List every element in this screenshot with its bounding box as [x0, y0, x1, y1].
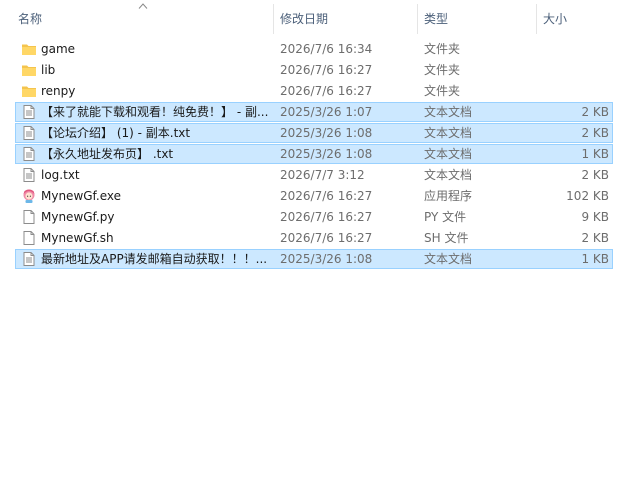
file-modified-date: 2026/7/6 16:27: [280, 189, 373, 203]
file-name: 【论坛介绍】 (1) - 副本.txt: [41, 126, 191, 140]
file-name: MynewGf.py: [41, 210, 115, 224]
file-size: 1 KB: [581, 252, 609, 266]
file-size: [539, 61, 609, 79]
file-size: 9 KB: [581, 210, 609, 224]
file-type: SH 文件: [424, 231, 469, 245]
text-file-icon: [23, 147, 35, 161]
text-file-icon: [23, 252, 35, 266]
file-row[interactable]: 【论坛介绍】 (1) - 副本.txt 2025/3/26 1:08 文本文档 2 K…: [15, 123, 613, 143]
file-modified-date: 2026/7/6 16:27: [280, 210, 373, 224]
folder-icon: [22, 44, 36, 55]
file-size: [539, 40, 609, 58]
column-header-bar: 名称 修改日期 类型 大小: [0, 0, 621, 36]
file-modified-date: 2025/3/26 1:07: [280, 105, 373, 119]
column-divider[interactable]: [536, 4, 537, 34]
folder-icon: [22, 86, 36, 97]
file-row[interactable]: 最新地址及APP请发邮箱自动获取！！！... 2025/3/26 1:08 文本文档…: [15, 249, 613, 269]
file-row[interactable]: MynewGf.sh 2026/7/6 16:27 SH 文件 2 KB: [15, 228, 613, 248]
file-type: 文本文档: [424, 105, 473, 119]
column-header-name[interactable]: 名称: [18, 0, 42, 36]
column-header-date[interactable]: 修改日期: [280, 0, 328, 36]
file-size: 2 KB: [581, 168, 609, 182]
file-row[interactable]: 【永久地址发布页】 .txt 2025/3/26 1:08 文本文档 1 KB: [15, 144, 613, 164]
file-type: 文本文档: [424, 252, 473, 266]
file-type: 文件夹: [424, 42, 461, 56]
column-divider[interactable]: [417, 4, 418, 34]
file-modified-date: 2026/7/6 16:27: [280, 63, 373, 77]
file-type: 应用程序: [424, 189, 473, 203]
file-size: 2 KB: [581, 126, 609, 140]
file-size: [539, 82, 609, 100]
blank-file-icon: [23, 210, 35, 224]
file-type: 文本文档: [424, 126, 473, 140]
column-divider[interactable]: [273, 4, 274, 34]
file-list-pane: 名称 修改日期 类型 大小 game 2026/7/6 16:34 文件夹 lib 20…: [0, 0, 621, 477]
file-size: 2 KB: [581, 231, 609, 245]
file-modified-date: 2025/3/26 1:08: [280, 126, 373, 140]
file-row[interactable]: MynewGf.exe 2026/7/6 16:27 应用程序 102 KB: [15, 186, 613, 206]
blank-file-icon: [23, 231, 35, 245]
file-row[interactable]: MynewGf.py 2026/7/6 16:27 PY 文件 9 KB: [15, 207, 613, 227]
file-type: PY 文件: [424, 210, 467, 224]
file-row[interactable]: game 2026/7/6 16:34 文件夹: [15, 39, 613, 59]
file-modified-date: 2026/7/6 16:34: [280, 42, 373, 56]
file-size: 1 KB: [581, 147, 609, 161]
file-name: MynewGf.sh: [41, 231, 114, 245]
file-size: 102 KB: [566, 189, 609, 203]
file-row[interactable]: 【来了就能下载和观看！纯免费！】 - 副... 2025/3/26 1:07 文本文…: [15, 102, 613, 122]
file-name: log.txt: [41, 168, 80, 182]
file-modified-date: 2025/3/26 1:08: [280, 252, 373, 266]
file-row[interactable]: renpy 2026/7/6 16:27 文件夹: [15, 81, 613, 101]
file-name: 【来了就能下载和观看！纯免费！】 - 副...: [41, 105, 269, 119]
file-modified-date: 2026/7/7 3:12: [280, 168, 365, 182]
folder-icon: [22, 65, 36, 76]
file-name: MynewGf.exe: [41, 189, 122, 203]
file-type: 文件夹: [424, 84, 461, 98]
column-header-type[interactable]: 类型: [424, 0, 448, 36]
file-modified-date: 2025/3/26 1:08: [280, 147, 373, 161]
sort-ascending-icon: [138, 3, 148, 9]
file-type: 文本文档: [424, 147, 473, 161]
file-modified-date: 2026/7/6 16:27: [280, 231, 373, 245]
file-name: lib: [41, 63, 56, 77]
file-modified-date: 2026/7/6 16:27: [280, 84, 373, 98]
text-file-icon: [23, 168, 35, 182]
file-row[interactable]: lib 2026/7/6 16:27 文件夹: [15, 60, 613, 80]
column-header-size[interactable]: 大小: [543, 0, 567, 36]
file-name: 最新地址及APP请发邮箱自动获取！！！...: [41, 252, 268, 266]
file-name: game: [41, 42, 76, 56]
app-icon: [23, 189, 35, 203]
file-row[interactable]: log.txt 2026/7/7 3:12 文本文档 2 KB: [15, 165, 613, 185]
file-type: 文本文档: [424, 168, 473, 182]
file-type: 文件夹: [424, 63, 461, 77]
text-file-icon: [23, 126, 35, 140]
text-file-icon: [23, 105, 35, 119]
file-name: renpy: [41, 84, 76, 98]
file-size: 2 KB: [581, 105, 609, 119]
file-name: 【永久地址发布页】 .txt: [41, 147, 174, 161]
